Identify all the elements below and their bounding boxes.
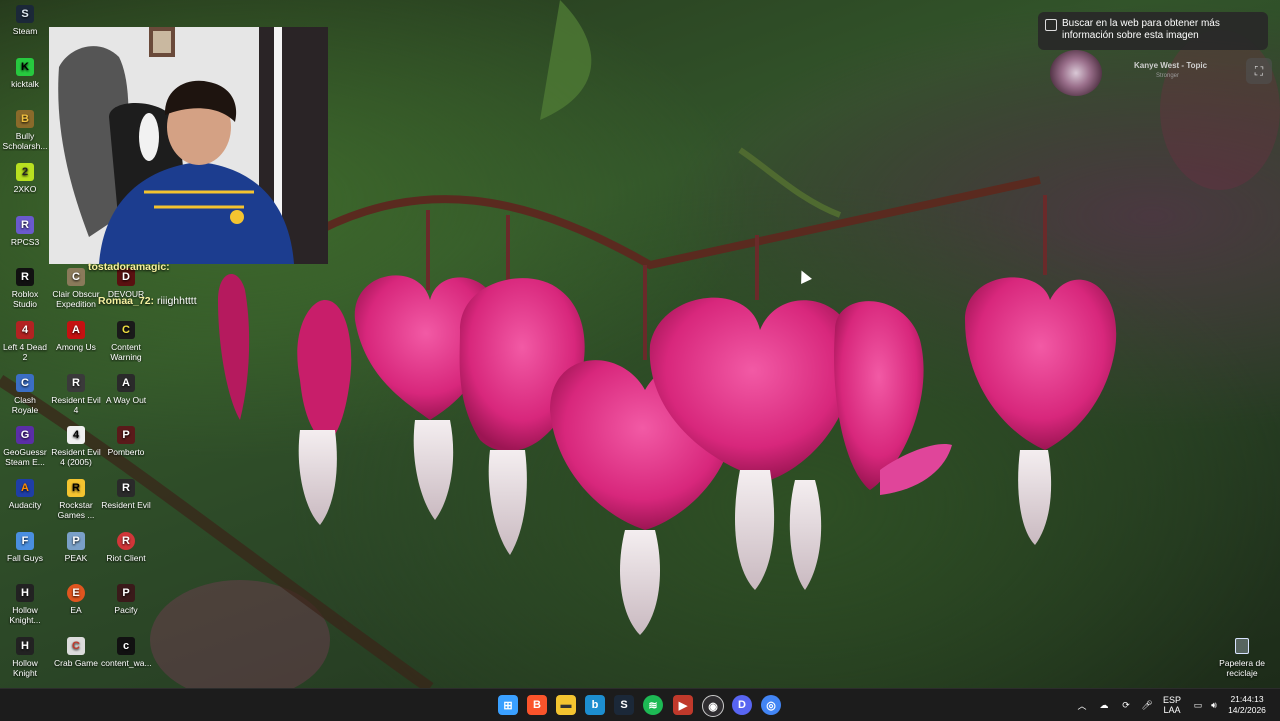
desktop-icon-fall-guys[interactable]: F Fall Guys (0, 532, 50, 563)
clock[interactable]: 21:44:13 14/2/2026 (1222, 689, 1272, 721)
desktop-icon-resident-evil[interactable]: R Resident Evil (101, 479, 151, 510)
image-search-icon (1045, 19, 1057, 31)
desktop-icon-clash-royale[interactable]: C Clash Royale (0, 374, 50, 415)
desktop-icon-crab-game[interactable]: C Crab Game (51, 637, 101, 668)
video-app-icon[interactable]: ▶ (673, 695, 693, 715)
windows-start-icon[interactable]: ⊞ (498, 695, 518, 715)
pacify-icon: P (117, 584, 135, 602)
bully-icon: B (16, 110, 34, 128)
desktop-icon-audacity[interactable]: A Audacity (0, 479, 50, 510)
lens-search-tooltip[interactable]: Buscar en la web para obtener más inform… (1038, 12, 1268, 50)
volume-icon[interactable]: 🔊︎ (1206, 689, 1222, 721)
album-art (1050, 50, 1102, 96)
kicktalk-icon: K (16, 58, 34, 76)
ea-icon: E (67, 584, 85, 602)
desktop-icon-bully[interactable]: B Bully Scholarsh... (0, 110, 50, 151)
chat-message: tostadoramagic: (88, 261, 170, 273)
desktop-icon-among-us[interactable]: A Among Us (51, 321, 101, 352)
roblox-studio-icon: R (16, 268, 34, 286)
clair-obscur-icon: C (67, 268, 85, 286)
rockstar-icon: R (67, 479, 85, 497)
resident-evil-4-icon: R (67, 374, 85, 392)
desktop-icon-geoguessr[interactable]: G GeoGuessr Steam E... (0, 426, 50, 467)
peak-icon: P (67, 532, 85, 550)
content-warning-icon: C (117, 321, 135, 339)
tray-overflow-icon[interactable]: ︿ (1074, 689, 1090, 721)
desktop-icon-pacify[interactable]: P Pacify (101, 584, 151, 615)
crab-game-icon: C (67, 637, 85, 655)
desktop-icon-hollow-knight[interactable]: H Hollow Knight (0, 637, 50, 678)
discord-icon[interactable]: D (732, 695, 752, 715)
desktop-icon-peak[interactable]: P PEAK (51, 532, 101, 563)
desktop-icon-roblox-studio[interactable]: R Roblox Studio (0, 268, 50, 309)
among-us-icon: A (67, 321, 85, 339)
desktop-icon-ea[interactable]: E EA (51, 584, 101, 615)
steam-icon[interactable]: S (614, 695, 634, 715)
desktop-icon-pomberto[interactable]: P Pomberto (101, 426, 151, 457)
webcam-feed (49, 27, 328, 264)
desktop-icon-left4dead2[interactable]: 4 Left 4 Dead 2 (0, 321, 50, 362)
recycle-bin-icon (1235, 638, 1249, 654)
steam-icon: S (16, 5, 34, 23)
taskbar: ⊞ B ▬ b S ≋ ▶ ◉ D ◎ ︿ ☁ ⟳ 🎤︎ ESP LAA ▭ 🔊… (0, 688, 1280, 721)
clash-royale-icon: C (16, 374, 34, 392)
desktop-icon-content-warning[interactable]: C Content Warning (101, 321, 151, 362)
a-way-out-icon: A (117, 374, 135, 392)
file-explorer-icon[interactable]: ▬ (556, 695, 576, 715)
desktop-icon-resident-evil-4-2005[interactable]: 4 Resident Evil 4 (2005) (51, 426, 101, 467)
screen-scan-icon[interactable]: ⛶ (1246, 58, 1272, 84)
media-card[interactable]: Kanye West - Topic Stronger ⛶ (1044, 50, 1272, 96)
pomberto-icon: P (117, 426, 135, 444)
media-title: Stronger (1156, 73, 1180, 79)
rpcs3-icon: R (16, 216, 34, 234)
onedrive-icon[interactable]: ☁ (1096, 689, 1112, 721)
desktop-icon-steam[interactable]: S Steam (0, 5, 50, 36)
media-artist: Kanye West - Topic (1134, 61, 1208, 70)
microphone-icon[interactable]: 🎤︎ (1139, 689, 1155, 721)
recycle-bin[interactable]: Papelera de reciclaje (1216, 636, 1268, 678)
language-indicator[interactable]: ESP LAA (1158, 689, 1186, 721)
sync-icon[interactable]: ⟳ (1118, 689, 1134, 721)
desktop-icon-resident-evil-4[interactable]: R Resident Evil 4 (51, 374, 101, 415)
desktop-icon-rockstar[interactable]: R Rockstar Games ... (51, 479, 101, 520)
2xko-icon: 2 (16, 163, 34, 181)
geoguessr-icon: G (16, 426, 34, 444)
desktop-icon-content-warning-file[interactable]: c content_wa... (101, 637, 151, 668)
bing-icon[interactable]: b (585, 695, 605, 715)
desktop-icon-riot-client[interactable]: R Riot Client (101, 532, 151, 563)
chat-message: Romaa_72: riiighhtttt (98, 295, 197, 307)
hollow-knight-icon: H (16, 584, 34, 602)
obs-icon[interactable]: ◉ (702, 695, 724, 717)
desktop-icon-rpcs3[interactable]: R RPCS3 (0, 216, 50, 247)
desktop-icon-2xko[interactable]: 2 2XKO (0, 163, 50, 194)
spotify-icon[interactable]: ≋ (643, 695, 663, 715)
chrome-icon[interactable]: ◎ (761, 695, 781, 715)
webcam-overlay (49, 27, 328, 264)
desktop-icon-hollow-knight-silksong[interactable]: H Hollow Knight... (0, 584, 50, 625)
resident-evil-icon: R (117, 479, 135, 497)
left4dead2-icon: 4 (16, 321, 34, 339)
riot-client-icon: R (117, 532, 135, 550)
brave-icon[interactable]: B (527, 695, 547, 715)
desktop-icon-a-way-out[interactable]: AA Way Out (101, 374, 151, 405)
hollow-knight-icon: H (16, 637, 34, 655)
stream-chat-overlay: tostadoramagic: Romaa_72: riiighhtttt (88, 261, 197, 307)
desktop-icon-kicktalk[interactable]: Kkicktalk (0, 58, 50, 89)
fall-guys-icon: F (16, 532, 34, 550)
resident-evil-4-2005-icon: 4 (67, 426, 85, 444)
content-warning-file-icon: c (117, 637, 135, 655)
audacity-icon: A (16, 479, 34, 497)
network-icon[interactable]: ▭ (1190, 689, 1206, 721)
